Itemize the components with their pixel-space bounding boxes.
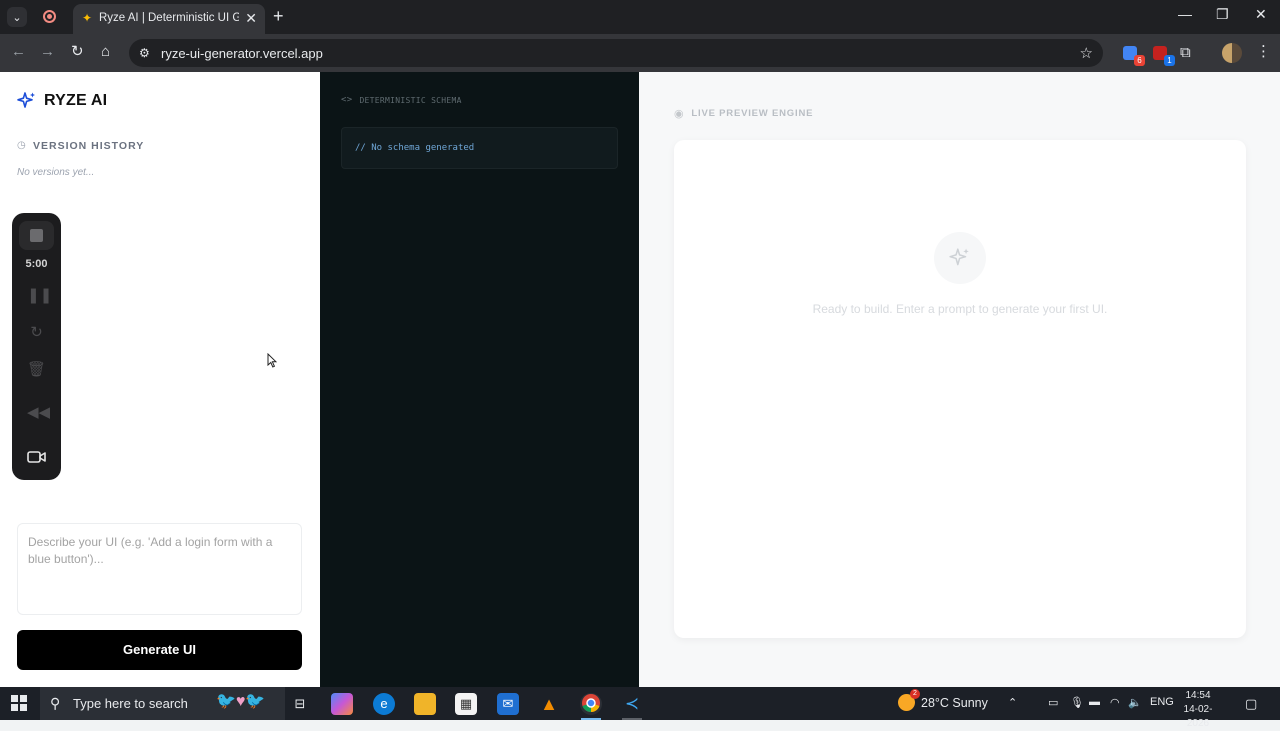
preview-panel: ◉ LIVE PREVIEW ENGINE Ready to build. En… <box>639 72 1280 687</box>
volume-icon[interactable]: 🔈 <box>1128 696 1142 709</box>
clock-time: 14:54 <box>1185 690 1211 701</box>
recording-indicator-icon[interactable] <box>43 10 56 23</box>
extension-badge: 6 <box>1134 55 1145 66</box>
restart-icon[interactable]: ↻ <box>27 323 46 342</box>
sparkles-icon <box>934 232 986 284</box>
browser-tab-bar: ⌄ ✦ Ryze AI | Deterministic UI Generator… <box>0 0 1280 34</box>
delete-icon[interactable]: 🗑 <box>27 360 46 379</box>
language-indicator[interactable]: ENG <box>1150 696 1174 708</box>
weather-text: 28°C Sunny <box>921 695 988 710</box>
rewind-icon[interactable]: ◀◀ <box>27 403 50 422</box>
sidebar: RYZE AI ◷ VERSION HISTORY No versions ye… <box>0 72 320 687</box>
taskbar-search[interactable]: ⚲ Type here to search 🐦♥🐦 <box>40 687 285 720</box>
microphone-icon[interactable]: 🎙 <box>1070 696 1084 709</box>
meet-now-icon[interactable]: ▭ <box>1048 696 1058 709</box>
reload-icon[interactable]: ↻ <box>71 43 84 61</box>
clock-date: 14-02-2026 <box>1183 704 1213 729</box>
home-icon[interactable]: ⌂ <box>101 43 110 61</box>
schema-heading-label: DETERMINISTIC SCHEMA <box>359 95 462 105</box>
search-icon: ⚲ <box>50 695 61 711</box>
vscode-icon[interactable]: ≺ <box>621 693 643 715</box>
vlc-icon[interactable]: ▲ <box>538 693 560 715</box>
close-window-icon[interactable]: ✕ <box>1255 6 1267 23</box>
recorder-timer: 5:00 <box>25 258 48 270</box>
back-icon[interactable]: ← <box>11 43 26 61</box>
browser-menu-icon[interactable]: ⋮ <box>1256 42 1271 60</box>
profile-avatar[interactable] <box>1222 43 1242 63</box>
history-icon: ◷ <box>17 140 27 151</box>
schema-panel: <> DETERMINISTIC SCHEMA // No schema gen… <box>320 72 639 687</box>
bookmark-star-icon[interactable]: ☆ <box>1080 44 1093 62</box>
preview-heading-label: LIVE PREVIEW ENGINE <box>691 108 814 119</box>
new-tab-button[interactable]: + <box>273 6 284 26</box>
version-history-heading: ◷ VERSION HISTORY <box>17 140 144 152</box>
preview-canvas: Ready to build. Enter a prompt to genera… <box>674 140 1246 638</box>
minimize-icon[interactable]: — <box>1178 6 1192 22</box>
taskbar-search-text: Type here to search <box>73 696 188 711</box>
pause-icon[interactable]: ❚❚ <box>27 286 52 305</box>
brand-name: RYZE AI <box>44 92 108 109</box>
tray-overflow-icon[interactable]: ⌃ <box>1008 696 1017 709</box>
site-info-icon[interactable]: ⚙ <box>139 46 153 60</box>
clock[interactable]: 14:54 14-02-2026 <box>1175 689 1221 731</box>
schema-code-block: // No schema generated <box>341 127 618 169</box>
forward-icon[interactable]: → <box>40 43 55 61</box>
url-text[interactable]: ryze-ui-generator.vercel.app <box>161 46 323 61</box>
tab-title: Ryze AI | Deterministic UI Generator <box>99 12 239 24</box>
generate-ui-button[interactable]: Generate UI <box>17 630 302 670</box>
sparkles-icon <box>17 91 37 111</box>
mail-icon[interactable]: ✉ <box>497 693 519 715</box>
address-bar[interactable]: ⚙ ryze-ui-generator.vercel.app ☆ <box>129 39 1103 67</box>
store-icon[interactable]: ▦ <box>455 693 477 715</box>
extension-badge: 1 <box>1164 55 1175 66</box>
chrome-icon[interactable] <box>580 693 602 715</box>
mouse-cursor-icon <box>267 352 278 371</box>
preview-heading: ◉ LIVE PREVIEW ENGINE <box>674 107 813 120</box>
tab-close-icon[interactable]: ✕ <box>245 10 257 27</box>
extensions-puzzle-icon[interactable]: ⧉ <box>1180 44 1198 62</box>
copilot-icon[interactable] <box>331 693 353 715</box>
sun-icon: 2 <box>898 689 920 711</box>
os-taskbar: ⚲ Type here to search 🐦♥🐦 ⊟ e ▦ ✉ ▲ ≺ 2 … <box>0 687 1280 729</box>
stop-recording-button[interactable] <box>19 221 54 250</box>
edge-icon[interactable]: e <box>373 693 395 715</box>
schema-code-text: // No schema generated <box>355 143 475 153</box>
camera-icon[interactable] <box>27 449 46 465</box>
battery-icon[interactable]: ▬ <box>1089 696 1100 708</box>
eye-icon: ◉ <box>674 108 685 120</box>
brand: RYZE AI <box>17 91 107 111</box>
windows-start-icon[interactable] <box>11 695 27 711</box>
app-page: RYZE AI ◷ VERSION HISTORY No versions ye… <box>0 72 1280 687</box>
wifi-icon[interactable]: ◠ <box>1110 696 1120 709</box>
browser-tab-active[interactable]: ✦ Ryze AI | Deterministic UI Generator ✕ <box>73 4 265 34</box>
schema-heading: <> DETERMINISTIC SCHEMA <box>341 95 462 105</box>
task-view-icon[interactable]: ⊟ <box>289 693 311 715</box>
restore-icon[interactable]: ❐ <box>1216 6 1229 23</box>
weather-badge: 2 <box>910 689 920 699</box>
version-history-label: VERSION HISTORY <box>33 140 145 152</box>
tab-favicon-icon: ✦ <box>82 11 93 25</box>
preview-empty-message: Ready to build. Enter a prompt to genera… <box>812 302 1108 316</box>
extension-icon[interactable]: 6 <box>1121 44 1145 66</box>
prompt-input-container <box>17 523 302 615</box>
prompt-input[interactable] <box>18 524 301 614</box>
browser-toolbar: ← → ↻ ⌂ ⚙ ryze-ui-generator.vercel.app ☆… <box>0 34 1280 72</box>
tab-search-button[interactable]: ⌄ <box>7 7 27 27</box>
notifications-icon[interactable]: ▢ <box>1245 696 1257 712</box>
code-icon: <> <box>341 95 353 105</box>
search-highlight-image: 🐦♥🐦 <box>216 693 266 710</box>
weather-widget[interactable]: 2 28°C Sunny <box>898 689 988 711</box>
screen-recorder-toolbar: 5:00 ❚❚ ↻ 🗑 ◀◀ <box>12 213 61 480</box>
extension-icon[interactable]: 1 <box>1151 44 1175 66</box>
version-history-empty: No versions yet... <box>17 167 95 178</box>
file-explorer-icon[interactable] <box>414 693 436 715</box>
